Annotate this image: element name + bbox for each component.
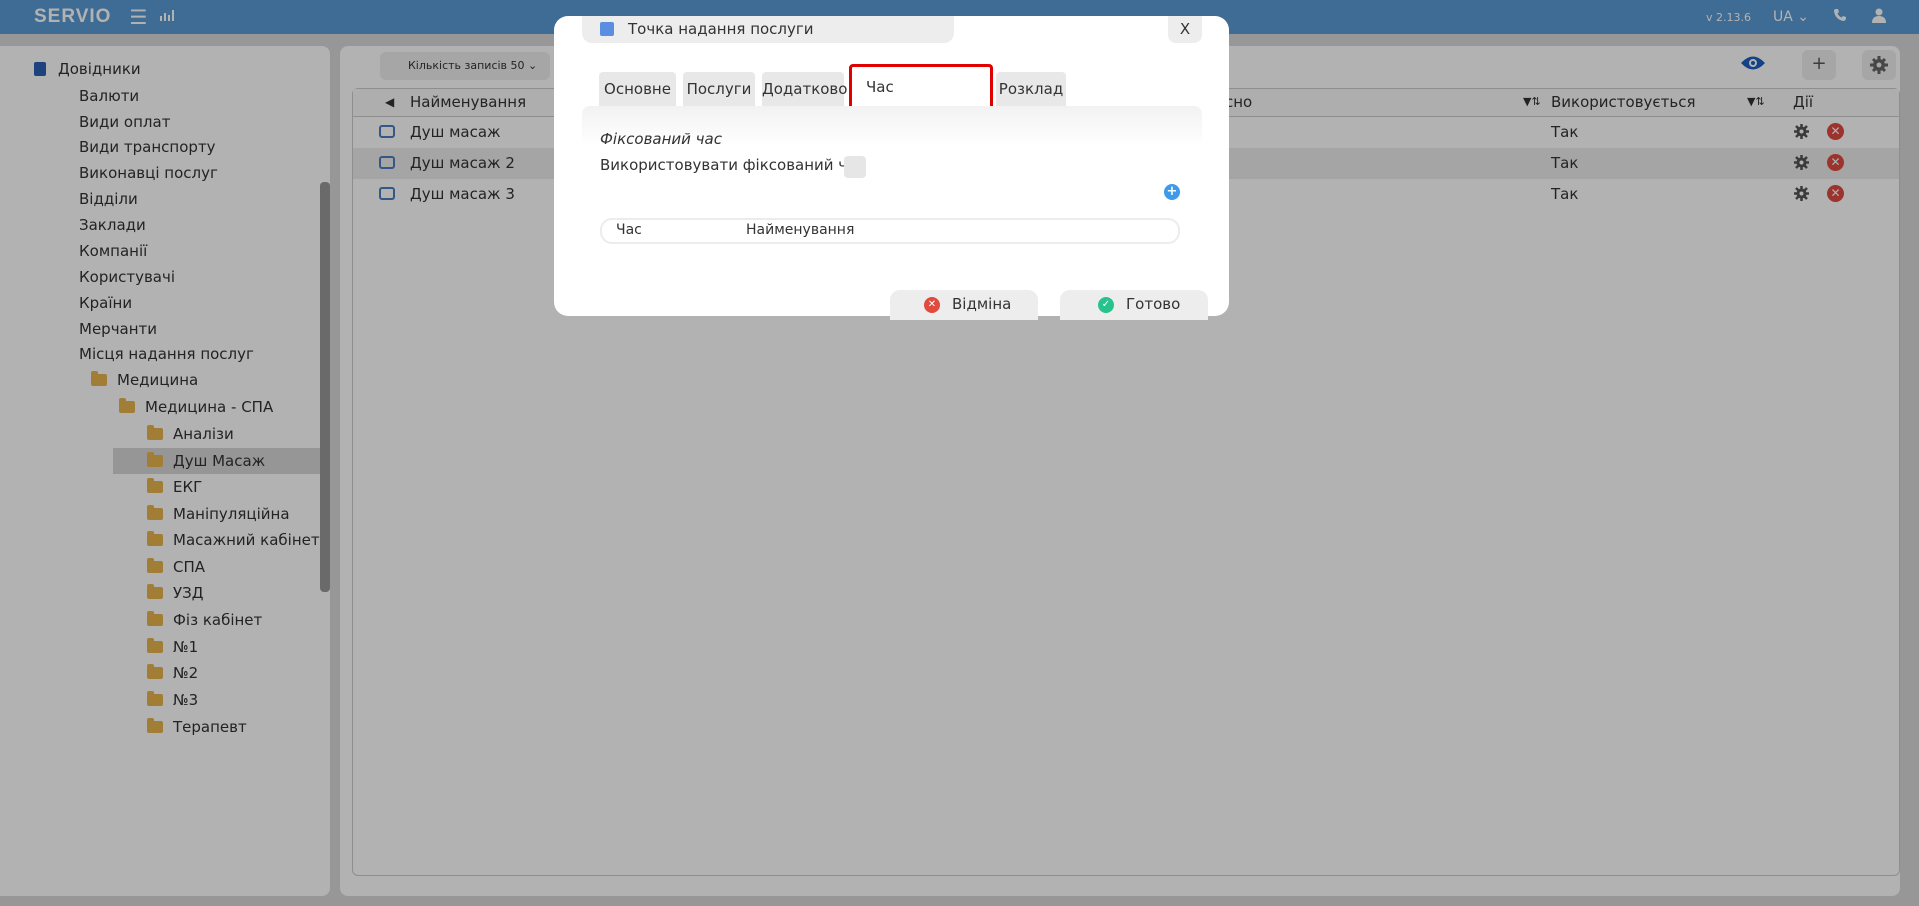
fixed-time-label: Використовувати фіксований час xyxy=(600,156,865,174)
done-label: Готово xyxy=(1126,295,1181,313)
tab-main[interactable]: Основне xyxy=(599,72,676,106)
section-title: Фіксований час xyxy=(600,130,722,148)
done-button[interactable]: ✓ Готово xyxy=(1060,290,1208,320)
cancel-icon: ✕ xyxy=(924,297,940,313)
time-tab-panel: Фіксований час Використовувати фіксовани… xyxy=(582,106,1202,266)
dialog-title-bar: Точка надання послуги xyxy=(582,16,954,43)
dialog-title: Точка надання послуги xyxy=(628,20,814,38)
service-point-dialog: Точка надання послуги X Основне Послуги … xyxy=(554,16,1229,320)
column-name: Найменування xyxy=(746,222,855,238)
cancel-label: Відміна xyxy=(952,295,1012,313)
cancel-button[interactable]: ✕ Відміна xyxy=(890,290,1038,320)
close-button[interactable]: X xyxy=(1168,16,1202,43)
add-time-button[interactable]: + xyxy=(1164,184,1180,200)
time-table-header: Час Найменування xyxy=(600,218,1180,244)
copy-icon xyxy=(596,22,614,39)
fixed-time-checkbox[interactable] xyxy=(844,156,866,178)
tab-services[interactable]: Послуги xyxy=(683,72,755,106)
tab-schedule[interactable]: Розклад xyxy=(996,72,1066,106)
check-icon: ✓ xyxy=(1098,297,1114,313)
tab-additional[interactable]: Додатково xyxy=(762,72,847,106)
column-time: Час xyxy=(616,222,642,238)
